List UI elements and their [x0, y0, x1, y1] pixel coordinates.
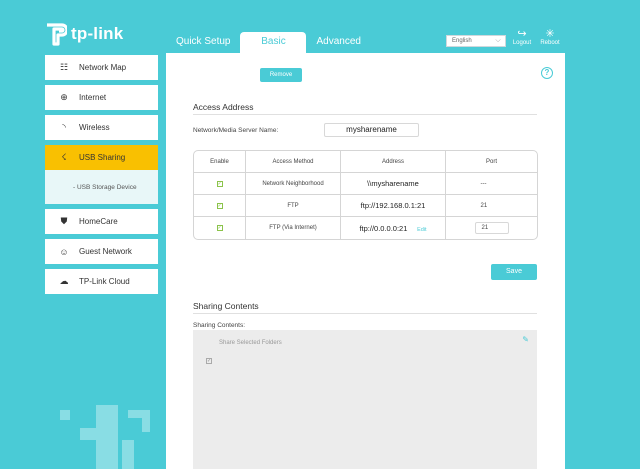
- decorative-bar: [128, 410, 150, 418]
- logout-button[interactable]: ↪ Logout: [508, 28, 536, 46]
- reboot-button[interactable]: ✳ Reboot: [536, 28, 564, 46]
- sidebar-subitem-usb-storage-device[interactable]: - USB Storage Device: [45, 170, 158, 204]
- enable-checkbox[interactable]: ✓: [216, 225, 223, 231]
- chevron-down-icon: ⌵: [495, 37, 501, 44]
- server-name-input[interactable]: mysharename: [324, 123, 419, 137]
- shield-icon: ⛊: [60, 216, 68, 226]
- share-folder-checkbox[interactable]: ✓: [206, 358, 212, 364]
- sidebar-item-usb-sharing[interactable]: ☇ USB Sharing: [45, 145, 158, 170]
- logout-label: Logout: [512, 40, 532, 46]
- sidebar-item-wireless[interactable]: ◝ Wireless: [45, 115, 158, 140]
- sidebar-item-tp-link-cloud[interactable]: ☁ TP-Link Cloud: [45, 269, 158, 294]
- tp-link-logo: tp-link: [45, 22, 123, 46]
- decorative-bar: [96, 405, 118, 469]
- address-cell: \\mysharename: [367, 179, 419, 188]
- decorative-bar: [122, 440, 134, 469]
- table-header-enable: Enable: [194, 151, 246, 173]
- access-method-cell: FTP (Via Internet): [246, 217, 341, 239]
- divider: [193, 114, 537, 115]
- remove-button[interactable]: Remove: [260, 68, 302, 82]
- guest-icon: ☺: [59, 246, 69, 257]
- sidebar-item-internet[interactable]: ⊕ Internet: [45, 85, 158, 110]
- sidebar-item-label: TP-Link Cloud: [79, 277, 130, 286]
- edit-icon[interactable]: ✎: [522, 335, 529, 344]
- enable-checkbox[interactable]: ✓: [216, 202, 223, 209]
- sharing-contents-title: Sharing Contents: [193, 301, 259, 311]
- sharing-contents-label: Sharing Contents:: [193, 322, 246, 329]
- table-row: ✓ FTP ftp://192.168.0.1:21 21: [194, 195, 537, 217]
- access-address-title: Access Address: [193, 102, 254, 112]
- access-table: Enable Access Method Address Port ✓ Netw…: [193, 150, 538, 240]
- tab-basic[interactable]: Basic: [240, 32, 307, 53]
- sidebar-item-guest-network[interactable]: ☺ Guest Network: [45, 239, 158, 264]
- port-cell: ---: [480, 180, 487, 187]
- help-icon[interactable]: ?: [541, 67, 553, 79]
- sidebar: ☷ Network Map ⊕ Internet ◝ Wireless ☇ US…: [45, 55, 158, 299]
- reboot-icon: ✳: [545, 28, 555, 40]
- table-header-port: Port: [446, 151, 537, 173]
- table-row: ✓ Network Neighborhood \\mysharename ---: [194, 173, 537, 195]
- port-cell: 21: [480, 202, 488, 209]
- enable-checkbox[interactable]: ✓: [216, 180, 223, 187]
- language-value: English: [452, 38, 472, 44]
- wifi-icon: ◝: [62, 122, 66, 132]
- sidebar-item-label: USB Sharing: [79, 153, 126, 162]
- sidebar-item-label: HomeCare: [79, 217, 118, 226]
- language-select[interactable]: English ⌵: [446, 35, 506, 47]
- sidebar-item-label: Internet: [79, 93, 107, 102]
- globe-icon: ⊕: [60, 92, 68, 102]
- sidebar-item-label: Network Map: [79, 63, 127, 72]
- decorative-bar: [142, 418, 150, 432]
- sidebar-item-label: Wireless: [79, 123, 110, 132]
- divider: [193, 313, 537, 314]
- top-tabs: Quick Setup Basic Advanced: [166, 32, 371, 53]
- table-row: ✓ FTP (Via Internet) ftp://0.0.0.0:21 Ed…: [194, 217, 537, 239]
- sidebar-item-network-map[interactable]: ☷ Network Map: [45, 55, 158, 80]
- tab-quick-setup[interactable]: Quick Setup: [166, 32, 240, 53]
- address-cell: ftp://0.0.0.0:21: [359, 223, 408, 233]
- address-cell: ftp://192.168.0.1:21: [360, 201, 426, 210]
- main-panel: ? Remove Access Address Network/Media Se…: [166, 53, 565, 469]
- reboot-label: Reboot: [540, 40, 560, 46]
- logout-icon: ↪: [517, 28, 527, 40]
- tab-advanced[interactable]: Advanced: [306, 32, 370, 53]
- usb-icon: ☇: [61, 152, 67, 162]
- sidebar-item-label: Guest Network: [79, 247, 132, 256]
- sharing-contents-area: Share Selected Folders ✎ ✓: [193, 330, 537, 469]
- access-method-cell: Network Neighborhood: [246, 173, 341, 195]
- port-input[interactable]: 21: [474, 222, 509, 234]
- brand-name: tp-link: [71, 24, 124, 43]
- table-header-address: Address: [341, 151, 446, 173]
- sidebar-item-homecare[interactable]: ⛊ HomeCare: [45, 209, 158, 234]
- server-name-label: Network/Media Server Name:: [193, 127, 279, 134]
- table-header-access-method: Access Method: [246, 151, 341, 173]
- save-button[interactable]: Save: [491, 264, 537, 280]
- access-method-cell: FTP: [246, 195, 341, 217]
- decorative-square: [80, 428, 96, 440]
- cloud-icon: ☁: [59, 276, 69, 286]
- share-selected-folders-label: Share Selected Folders: [219, 340, 282, 346]
- decorative-square: [60, 410, 70, 420]
- tp-link-logo-icon: [47, 23, 67, 46]
- network-map-icon: ☷: [59, 62, 69, 72]
- sidebar-subitem-label: - USB Storage Device: [73, 183, 137, 191]
- edit-link[interactable]: Edit: [417, 227, 426, 233]
